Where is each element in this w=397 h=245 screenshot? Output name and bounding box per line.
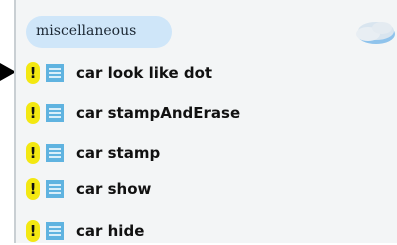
block-label: car stampAndErase	[76, 104, 241, 122]
block-label: car hide	[76, 222, 145, 240]
block-label: car look like dot	[76, 64, 213, 82]
sprite-icon	[46, 104, 64, 122]
warning-badge-icon: !	[26, 178, 40, 200]
sprite-icon	[46, 64, 64, 82]
category-label: miscellaneous	[36, 23, 137, 39]
block-car-stamp[interactable]: ! car stamp	[26, 139, 356, 167]
block-label: car stamp	[76, 144, 161, 162]
warning-badge-icon: !	[26, 102, 40, 124]
category-tab-miscellaneous[interactable]: miscellaneous	[26, 16, 172, 48]
cloud-icon[interactable]	[350, 18, 396, 48]
block-car-look-like-dot[interactable]: ! car look like dot	[26, 59, 356, 87]
block-car-hide[interactable]: ! car hide	[26, 217, 356, 245]
warning-badge-icon: !	[26, 62, 40, 84]
sprite-icon	[46, 222, 64, 240]
block-label: car show	[76, 180, 152, 198]
warning-badge-icon: !	[26, 220, 40, 242]
block-car-show[interactable]: ! car show	[26, 175, 356, 203]
warning-badge-icon: !	[26, 142, 40, 164]
sprite-icon	[46, 180, 64, 198]
sprite-icon	[46, 144, 64, 162]
block-car-stampanderase[interactable]: ! car stampAndErase	[26, 99, 356, 127]
